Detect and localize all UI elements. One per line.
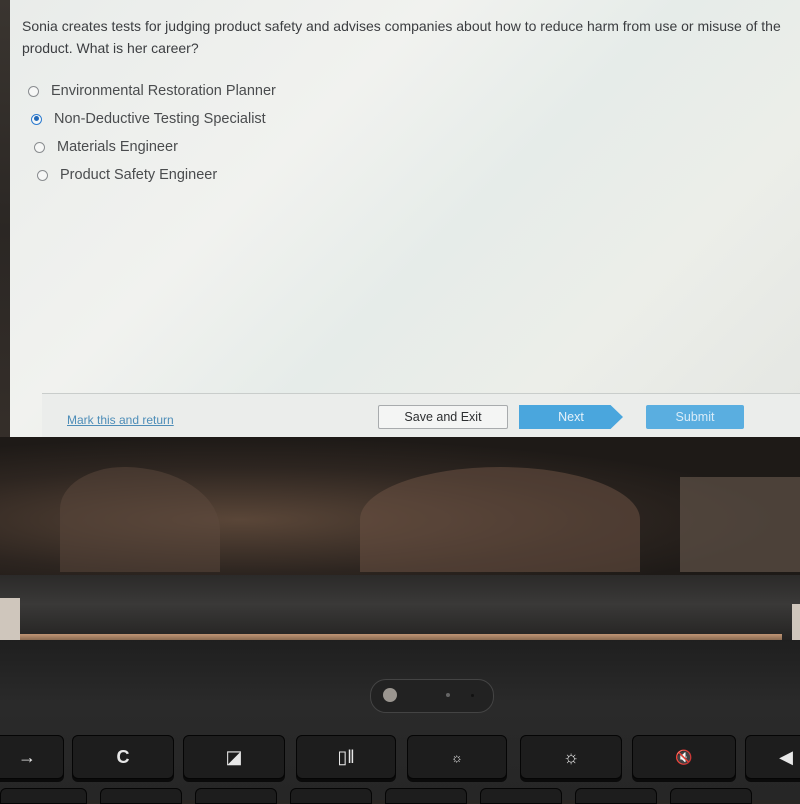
keyboard-key[interactable] <box>290 788 372 804</box>
camera-module <box>370 679 494 713</box>
keyboard-key[interactable] <box>575 788 657 804</box>
reflection-shape <box>360 467 640 572</box>
keyboard-key[interactable] <box>100 788 182 804</box>
reflection-shape <box>60 467 220 572</box>
radio-button-selected-icon[interactable] <box>31 113 42 125</box>
laptop-screen-bezel: Sonia creates tests for judging product … <box>0 0 800 575</box>
option-label: Materials Engineer <box>57 139 178 155</box>
camera-lens-icon <box>383 688 397 702</box>
answer-option-non-deductive-testing-specialist[interactable]: Non-Deductive Testing Specialist <box>28 105 276 133</box>
refresh-key[interactable]: C <box>72 735 174 779</box>
keyboard-key[interactable] <box>480 788 562 804</box>
answer-option-environmental-restoration-planner[interactable]: Environmental Restoration Planner <box>28 77 276 105</box>
mark-and-return-link[interactable]: Mark this and return <box>67 413 174 427</box>
keyboard-key[interactable] <box>0 788 87 804</box>
screen-reflection <box>0 437 800 575</box>
reflection-shape <box>680 477 800 572</box>
camera-sensor-icon <box>446 693 450 697</box>
fullscreen-key[interactable]: ◪ <box>183 735 285 779</box>
keyboard-key[interactable] <box>195 788 277 804</box>
answer-option-product-safety-engineer[interactable]: Product Safety Engineer <box>28 161 276 189</box>
keyboard-key[interactable] <box>670 788 752 804</box>
laptop-hinge <box>0 575 800 640</box>
question-text: Sonia creates tests for judging product … <box>22 18 781 56</box>
brightness-down-key[interactable]: ☼ <box>407 735 507 779</box>
submit-button[interactable]: Submit <box>646 405 744 429</box>
answer-options: Environmental Restoration Planner Non-De… <box>28 77 276 189</box>
radio-button-icon[interactable] <box>28 85 39 97</box>
brightness-up-key[interactable]: ☼ <box>520 735 622 779</box>
quiz-screen: Sonia creates tests for judging product … <box>10 0 800 437</box>
option-label: Environmental Restoration Planner <box>51 83 276 99</box>
save-and-exit-button[interactable]: Save and Exit <box>378 405 508 429</box>
keyboard-key[interactable] <box>385 788 467 804</box>
radio-button-icon[interactable] <box>34 141 45 153</box>
camera-light-icon <box>471 694 474 697</box>
answer-option-materials-engineer[interactable]: Materials Engineer <box>28 133 276 161</box>
radio-button-icon[interactable] <box>37 169 48 181</box>
mute-key[interactable]: 🔇 <box>632 735 736 779</box>
overview-key[interactable]: ▯‖ <box>296 735 396 779</box>
quiz-footer: Mark this and return Save and Exit Next … <box>42 393 800 437</box>
next-button[interactable]: Next <box>519 405 623 429</box>
forward-key[interactable]: → <box>0 735 64 779</box>
volume-key[interactable]: ◀ <box>745 735 800 779</box>
option-label: Non-Deductive Testing Specialist <box>54 111 266 127</box>
option-label: Product Safety Engineer <box>60 167 218 183</box>
